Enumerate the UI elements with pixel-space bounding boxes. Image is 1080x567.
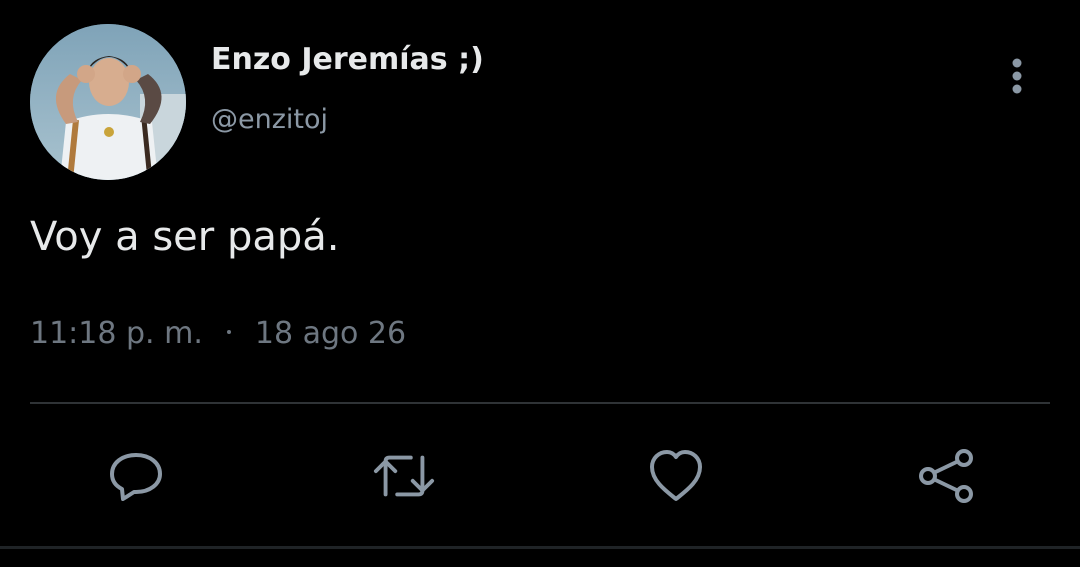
avatar-image (30, 24, 186, 180)
divider (30, 402, 1050, 404)
share-icon (919, 449, 973, 503)
reply-icon (110, 453, 162, 501)
tweet-text: Voy a ser papá. (30, 214, 340, 260)
tweet-time[interactable]: 11:18 p. m. (30, 316, 203, 351)
separator-dot (226, 329, 231, 334)
share-button[interactable] (914, 444, 978, 508)
retweet-button[interactable] (372, 444, 436, 508)
retweet-icon (373, 455, 435, 497)
divider (0, 546, 1080, 549)
author-handle[interactable]: @enzitoj (211, 104, 328, 135)
more-vertical-icon (1012, 58, 1022, 94)
tweet-date[interactable]: 18 ago 26 (255, 316, 406, 351)
tweet-metadata: 11:18 p. m. 18 ago 26 (30, 316, 406, 351)
avatar[interactable] (30, 24, 186, 180)
like-button[interactable] (644, 444, 708, 508)
like-icon (650, 450, 702, 501)
reply-button[interactable] (104, 444, 168, 508)
more-options-button[interactable] (1000, 54, 1034, 98)
author-display-name[interactable]: Enzo Jeremías ;) (211, 42, 484, 77)
